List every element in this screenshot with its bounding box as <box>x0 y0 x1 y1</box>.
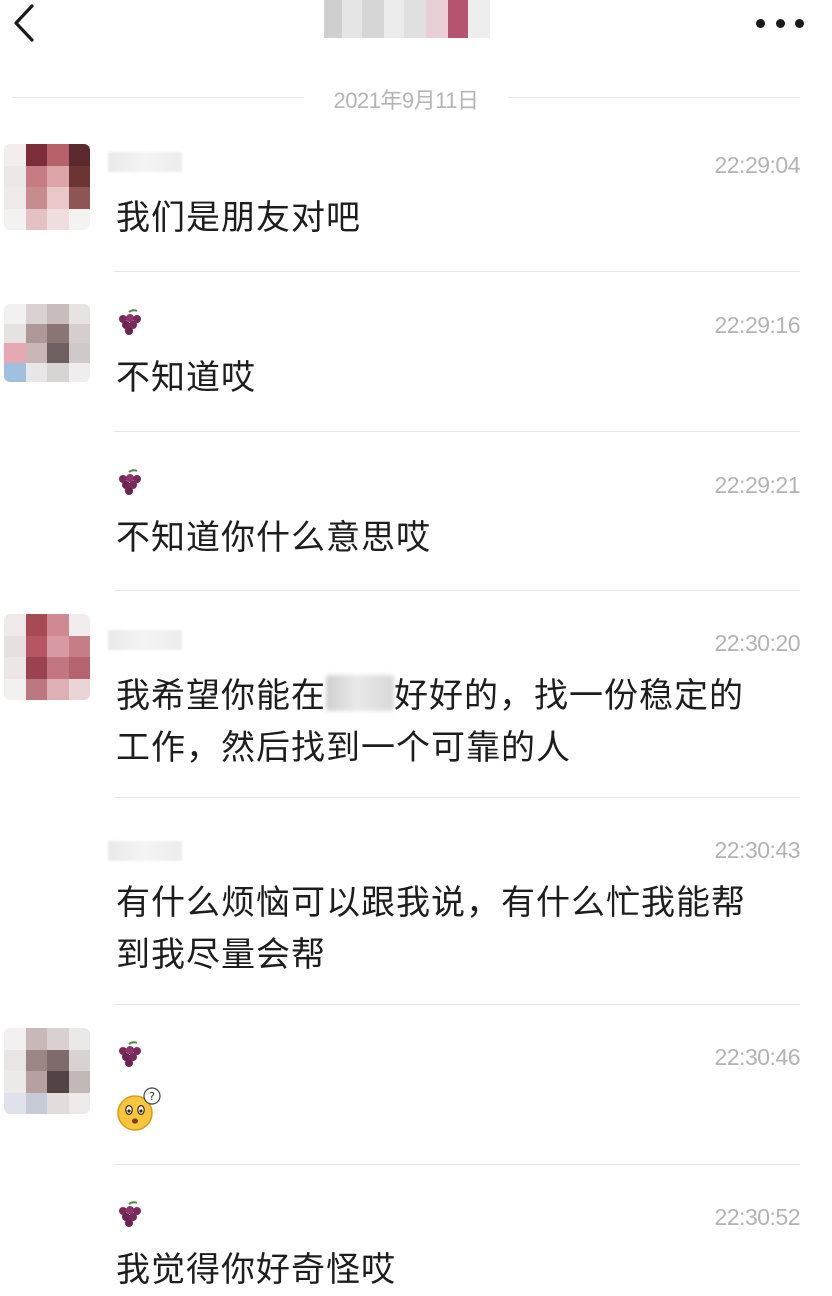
message-time: 22:30:43 <box>714 837 800 863</box>
date-separator-label: 2021年9月11日 <box>333 88 479 113</box>
date-separator: 2021年9月11日 <box>12 76 800 118</box>
divider <box>114 431 800 432</box>
avatar[interactable] <box>4 1028 90 1114</box>
message-time: 22:29:04 <box>714 152 800 178</box>
message-time: 22:30:46 <box>714 1044 800 1070</box>
chevron-left-icon <box>14 4 34 42</box>
back-button[interactable] <box>4 0 44 46</box>
svg-text:?: ? <box>149 1090 155 1103</box>
message-text: 我希望你能在 好好的，找一份稳定的 工作，然后找到一个可靠的人 <box>116 670 796 774</box>
message-time: 22:29:16 <box>714 312 800 338</box>
more-options-button[interactable] <box>756 10 804 36</box>
message-text-line: 工作，然后找到一个可靠的人 <box>116 728 571 768</box>
message-text: 我们是朋友对吧 <box>116 198 361 238</box>
avatar[interactable] <box>4 614 90 700</box>
grape-emoji-icon <box>119 309 141 335</box>
grape-emoji-icon <box>119 1041 141 1067</box>
message-time: 22:30:20 <box>714 630 800 656</box>
message-time: 22:30:52 <box>714 1204 800 1230</box>
avatar[interactable] <box>4 304 90 382</box>
more-horizontal-icon <box>756 18 765 28</box>
divider <box>114 1164 800 1165</box>
divider <box>114 797 800 798</box>
message-text: 不知道哎 <box>116 358 256 398</box>
divider <box>508 97 800 98</box>
sender-name-redacted <box>108 152 182 172</box>
sender-name-redacted <box>108 841 182 861</box>
avatar[interactable] <box>4 144 90 230</box>
message-text-part: 我希望你能在 <box>116 676 326 716</box>
message-text: 不知道你什么意思哎 <box>116 518 431 558</box>
chat-title-redacted <box>324 0 490 38</box>
sender-name-redacted <box>108 630 182 650</box>
message-text: 有什么烦恼可以跟我说，有什么忙我能帮 到我尽量会帮 <box>116 877 796 981</box>
grape-emoji-icon <box>119 469 141 495</box>
top-bar <box>0 0 832 60</box>
divider <box>12 97 304 98</box>
redacted-text <box>326 675 394 711</box>
message-text-line: 有什么烦恼可以跟我说，有什么忙我能帮 <box>116 883 746 923</box>
grape-emoji-icon <box>119 1201 141 1227</box>
divider <box>114 271 800 272</box>
message-text-line: 到我尽量会帮 <box>116 935 326 975</box>
message-time: 22:29:21 <box>714 472 800 498</box>
message-text-part: 好好的，找一份稳定的 <box>394 676 744 716</box>
message-text: 我觉得你好奇怪哎 <box>116 1250 396 1290</box>
divider <box>114 590 800 591</box>
divider <box>114 1004 800 1005</box>
confused-face-emoji-icon: ? <box>117 1087 161 1131</box>
